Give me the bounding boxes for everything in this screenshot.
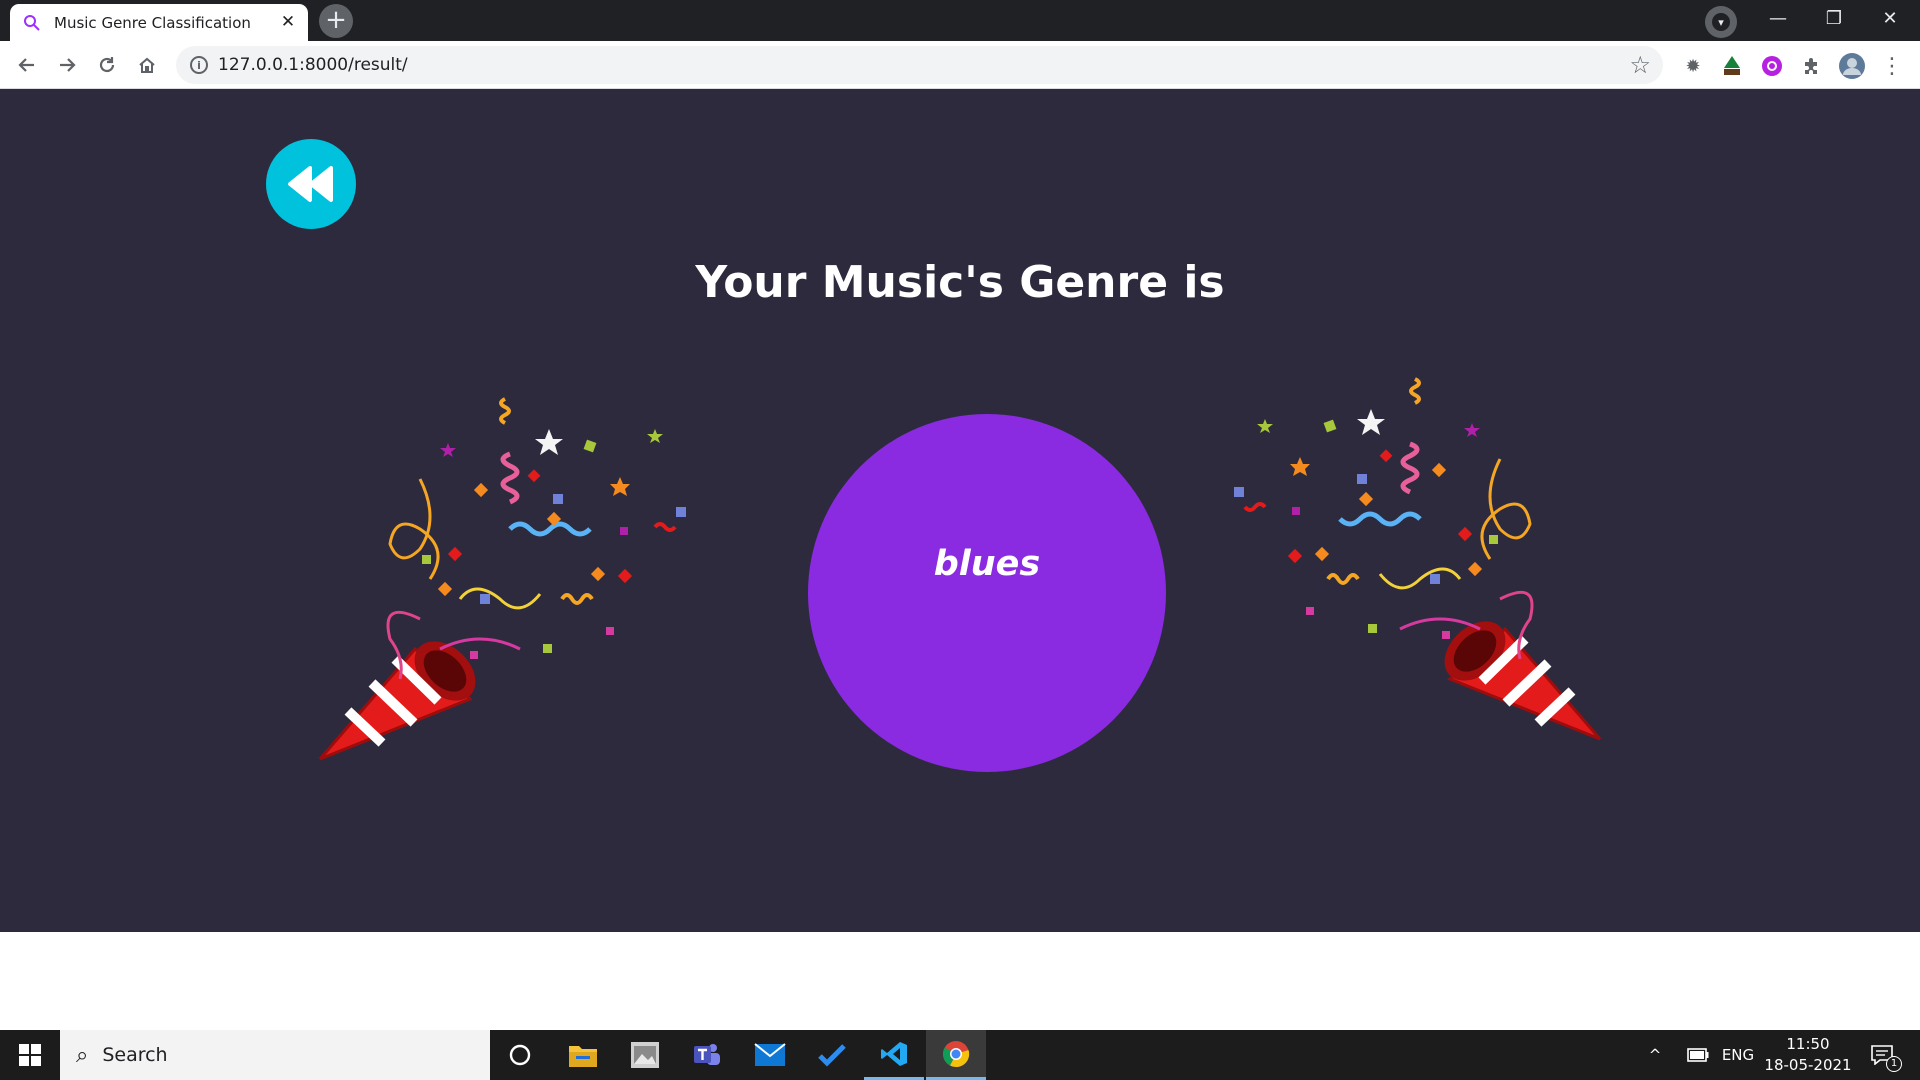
browser-toolbar: i 127.0.0.1:8000/result/ ☆ ✹ ⋮ <box>0 41 1920 89</box>
forward-arrow-icon[interactable] <box>51 49 83 81</box>
todo-icon[interactable] <box>802 1030 862 1080</box>
notification-center-button[interactable]: 1 <box>1862 1030 1902 1080</box>
profile-avatar-icon[interactable] <box>1839 53 1865 79</box>
extensions-puzzle-icon[interactable] <box>1799 53 1825 79</box>
back-arrow-icon[interactable] <box>11 49 43 81</box>
party-popper-right-icon <box>1234 377 1602 741</box>
windows-taskbar: ⌕ Search ^ ENG 11:50 18-05-2021 1 <box>0 1030 1920 1080</box>
tab-search-button[interactable]: ▾ <box>1705 6 1737 38</box>
rewind-back-button[interactable] <box>266 139 356 229</box>
teams-icon[interactable] <box>677 1030 737 1080</box>
music-favicon-icon <box>22 13 42 33</box>
home-icon[interactable] <box>131 49 163 81</box>
bookmark-star-icon[interactable]: ☆ <box>1629 51 1651 79</box>
url-text: 127.0.0.1:8000/result/ <box>218 55 408 75</box>
rewind-icon <box>288 166 333 202</box>
file-explorer-icon[interactable] <box>553 1030 613 1080</box>
purple-extension-icon[interactable] <box>1759 53 1785 79</box>
chevron-down-icon: ▾ <box>1712 13 1730 31</box>
chrome-icon[interactable] <box>926 1030 986 1080</box>
close-window-button[interactable]: ✕ <box>1862 0 1918 36</box>
language-indicator[interactable]: ENG <box>1718 1030 1758 1080</box>
menu-kebab-icon[interactable]: ⋮ <box>1879 53 1905 79</box>
restore-button[interactable]: ❐ <box>1806 0 1862 36</box>
page-title: Your Music's Genre is <box>695 257 1225 308</box>
browser-tab[interactable]: Music Genre Classification ✕ <box>10 4 308 41</box>
start-button[interactable] <box>0 1030 60 1080</box>
html-extension-icon[interactable] <box>1719 53 1745 79</box>
minimize-button[interactable]: — <box>1750 0 1806 36</box>
mail-icon[interactable] <box>740 1030 800 1080</box>
clock-time: 11:50 <box>1786 1035 1830 1053</box>
info-icon[interactable]: i <box>190 56 208 74</box>
windows-logo-icon <box>19 1044 41 1066</box>
cortana-icon[interactable] <box>490 1030 550 1080</box>
show-hidden-icons-chevron-icon[interactable]: ^ <box>1640 1030 1670 1080</box>
photos-icon[interactable] <box>615 1030 675 1080</box>
clock-date: 18-05-2021 <box>1764 1056 1852 1074</box>
taskbar-search-box[interactable]: ⌕ Search <box>60 1030 490 1080</box>
search-placeholder: Search <box>102 1044 168 1066</box>
bug-extension-icon[interactable]: ✹ <box>1680 53 1706 79</box>
close-tab-icon[interactable]: ✕ <box>278 12 298 32</box>
vscode-icon[interactable] <box>864 1030 924 1080</box>
tab-bar: Music Genre Classification ✕ + ▾ — ❐ ✕ <box>0 0 1920 41</box>
taskbar-clock[interactable]: 11:50 18-05-2021 <box>1760 1034 1856 1076</box>
battery-icon[interactable] <box>1680 1030 1716 1080</box>
party-popper-left-icon <box>318 397 686 761</box>
result-page: Your Music's Genre is blues <box>0 89 1920 932</box>
search-icon: ⌕ <box>76 1042 89 1068</box>
genre-label: blues <box>933 544 1041 584</box>
new-tab-button[interactable]: + <box>319 4 353 38</box>
genre-result-circle: blues <box>808 414 1166 772</box>
address-bar[interactable]: i 127.0.0.1:8000/result/ ☆ <box>176 46 1663 84</box>
tab-title: Music Genre Classification <box>54 13 251 32</box>
notification-count-badge: 1 <box>1886 1056 1902 1072</box>
reload-icon[interactable] <box>91 49 123 81</box>
